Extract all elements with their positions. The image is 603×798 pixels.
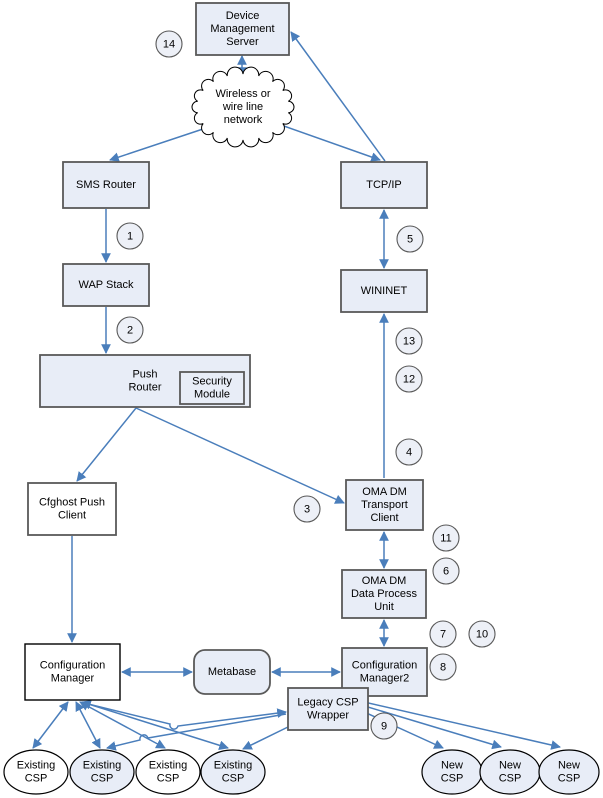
edge-cfgmgr-ecsp2 [75,701,101,749]
architecture-diagram: Device Management Server Wireless or wire li… [3,2,600,795]
node-omadmtc[interactable]: OMA DM Transport Client [345,479,424,531]
node-label-cfgmgr2: Configuration Manager2 [352,659,417,684]
step-badge-12: 12 [395,365,423,393]
step-badge-4: 4 [395,438,423,466]
step-badge-7: 7 [429,620,457,648]
step-badge-label-12: 12 [403,373,415,385]
node-label-pushrouter: Push Router [128,368,161,393]
edge-legacycsp-ecsp4 [242,725,291,750]
step-badge-13: 13 [395,327,423,355]
node-ecsp3[interactable]: Existing CSP [135,749,201,795]
node-secmodule[interactable]: Security Module [179,371,245,405]
node-metabase[interactable]: Metabase [193,649,271,695]
node-label-secmodule: Security Module [192,375,232,400]
edge-cfgmgr-ecsp1 [32,701,69,749]
step-badge-label-13: 13 [403,335,415,347]
step-badge-label-14: 14 [163,38,175,50]
node-label-wininet: WININET [361,285,408,297]
node-label-metabase: Metabase [208,666,256,678]
node-cloud[interactable]: Wireless or wire line network [191,66,295,148]
node-sms[interactable]: SMS Router [62,161,150,209]
node-label-sms: SMS Router [76,179,136,191]
node-wap[interactable]: WAP Stack [62,263,150,307]
step-badge-label-11: 11 [440,532,451,544]
edge-pushrouter-cfghost [76,407,137,482]
node-label-ncsp1: New CSP [441,759,464,784]
step-badge-label-4: 4 [406,446,412,458]
step-badge-label-10: 10 [476,628,488,640]
step-badge-label-3: 3 [304,503,310,515]
node-ecsp4[interactable]: Existing CSP [200,749,266,795]
node-ncsp3[interactable]: New CSP [538,749,600,795]
edge-tcpip-dms [290,31,386,162]
node-omadmdpu[interactable]: OMA DM Data Process Unit [341,569,427,619]
node-ncsp1[interactable]: New CSP [421,749,483,795]
edge-cfgmgr-ecsp4 [81,699,229,751]
node-cfghost[interactable]: Cfghost Push Client [27,482,117,536]
step-badge-3: 3 [293,495,321,523]
step-badge-label-1: 1 [127,230,133,242]
node-layer: Device Management Server Wireless or wire li… [3,2,600,795]
step-badge-8: 8 [429,653,457,681]
node-ecsp1[interactable]: Existing CSP [3,749,69,795]
step-badge-label-8: 8 [440,661,446,673]
node-dms[interactable]: Device Management Server [195,2,290,56]
node-label-ncsp2: New CSP [499,759,522,784]
node-wininet[interactable]: WININET [340,269,428,313]
step-badge-label-2: 2 [127,324,133,336]
step-badge-label-9: 9 [381,720,387,732]
step-badge-5: 5 [396,225,424,253]
step-badge-label-6: 6 [443,565,449,577]
edge-pushrouter-omadmtc [135,407,345,504]
node-label-ncsp3: New CSP [558,759,581,784]
step-badge-label-7: 7 [440,628,446,640]
node-ecsp2[interactable]: Existing CSP [69,749,135,795]
edge-cfgmgr-legacycsp [83,702,287,730]
step-badge-14: 14 [155,30,183,58]
node-cfgmgr[interactable]: Configuration Manager [24,643,121,701]
step-badge-11: 11 [432,524,460,552]
node-tcpip[interactable]: TCP/IP [340,161,428,209]
step-badge-1: 1 [116,222,144,250]
step-badge-6: 6 [432,557,460,585]
step-badge-9: 9 [370,712,398,740]
step-badge-10: 10 [468,620,496,648]
node-legacycsp[interactable]: Legacy CSP Wrapper [287,687,369,731]
step-badge-label-5: 5 [407,233,413,245]
edge-cloud-tcpip [280,124,381,162]
node-label-wap: WAP Stack [78,279,134,291]
step-badge-2: 2 [116,316,144,344]
edge-cloud-sms [109,127,207,162]
node-label-tcpip: TCP/IP [366,179,401,191]
edge-cfgmgr-ecsp3 [79,701,166,749]
node-ncsp2[interactable]: New CSP [479,749,541,795]
